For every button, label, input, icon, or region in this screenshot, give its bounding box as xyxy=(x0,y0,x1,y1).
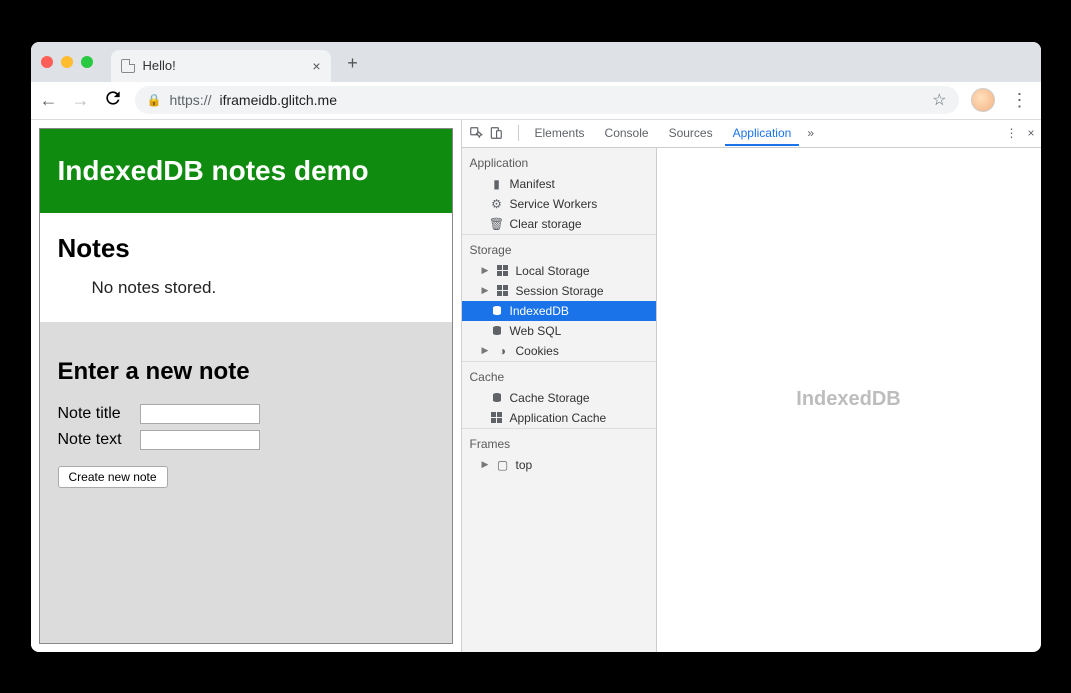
note-text-label: Note text xyxy=(58,431,134,449)
sidebar-item-label: Cache Storage xyxy=(510,391,590,405)
application-sidebar: Application ▮ Manifest ⚙ Service Workers… xyxy=(462,148,657,652)
sidebar-item-web-sql[interactable]: Web SQL xyxy=(462,321,656,341)
back-button[interactable]: ← xyxy=(39,90,59,111)
notes-section: Notes No notes stored. xyxy=(40,213,452,322)
devtools-menu-button[interactable]: ⋮ xyxy=(1005,126,1017,140)
grid-icon xyxy=(496,284,510,298)
tab-console[interactable]: Console xyxy=(597,120,657,146)
sidebar-item-label: Session Storage xyxy=(516,284,604,298)
group-storage-label: Storage xyxy=(462,234,656,261)
close-window-button[interactable] xyxy=(41,56,53,68)
sidebar-item-label: Web SQL xyxy=(510,324,562,338)
url-scheme: https:// xyxy=(169,92,211,108)
form-heading: Enter a new note xyxy=(58,358,434,386)
reload-button[interactable] xyxy=(103,88,123,113)
trash-icon: 🗑 xyxy=(490,217,504,231)
manifest-icon: ▮ xyxy=(490,177,504,191)
panel-placeholder-text: IndexedDB xyxy=(796,388,900,411)
url-host: iframeidb.glitch.me xyxy=(219,92,337,108)
tab-application[interactable]: Application xyxy=(725,120,800,146)
maximize-window-button[interactable] xyxy=(81,56,93,68)
sidebar-item-label: Clear storage xyxy=(510,217,582,231)
devtools-panel: Elements Console Sources Application » ⋮… xyxy=(461,120,1041,652)
note-text-input[interactable] xyxy=(140,430,260,450)
chevron-right-icon: ▶ xyxy=(482,345,490,356)
window-controls xyxy=(41,56,93,68)
browser-menu-button[interactable]: ⋮ xyxy=(1007,90,1033,111)
forward-button[interactable]: → xyxy=(71,90,91,111)
sidebar-item-application-cache[interactable]: Application Cache xyxy=(462,408,656,428)
sidebar-item-session-storage[interactable]: ▶ Session Storage xyxy=(462,281,656,301)
chevron-right-icon: ▶ xyxy=(482,285,490,296)
gear-icon: ⚙ xyxy=(490,197,504,211)
grid-icon xyxy=(496,264,510,278)
database-icon xyxy=(490,324,504,338)
more-tabs-chevron-icon[interactable]: » xyxy=(807,126,814,140)
frame-icon: ▢ xyxy=(496,458,510,472)
profile-avatar[interactable] xyxy=(971,88,995,112)
grid-icon xyxy=(490,411,504,425)
tab-elements[interactable]: Elements xyxy=(527,120,593,146)
note-title-input[interactable] xyxy=(140,404,260,424)
toolbar: ← → 🔒 https:// iframeidb.glitch.me ☆ ⋮ xyxy=(31,82,1041,120)
page-viewport: IndexedDB notes demo Notes No notes stor… xyxy=(31,120,461,652)
devtools-tabbar: Elements Console Sources Application » ⋮… xyxy=(462,120,1041,148)
lock-icon: 🔒 xyxy=(147,93,162,107)
sidebar-item-label: Cookies xyxy=(516,344,559,358)
sidebar-item-label: Service Workers xyxy=(510,197,598,211)
new-note-form: Enter a new note Note title Note text Cr… xyxy=(40,322,452,643)
browser-window: Hello! × + ← → 🔒 https:// iframeidb.glitc… xyxy=(31,42,1041,652)
sidebar-item-clear-storage[interactable]: 🗑 Clear storage xyxy=(462,214,656,234)
inspect-element-icon[interactable] xyxy=(468,125,484,141)
minimize-window-button[interactable] xyxy=(61,56,73,68)
sidebar-item-label: Manifest xyxy=(510,177,555,191)
sidebar-item-manifest[interactable]: ▮ Manifest xyxy=(462,174,656,194)
browser-tab[interactable]: Hello! × xyxy=(111,50,331,82)
page-title: IndexedDB notes demo xyxy=(40,129,452,213)
sidebar-item-cache-storage[interactable]: Cache Storage xyxy=(462,388,656,408)
devtools-body: Application ▮ Manifest ⚙ Service Workers… xyxy=(462,148,1041,652)
sidebar-item-indexeddb[interactable]: IndexedDB xyxy=(462,301,656,321)
sidebar-item-local-storage[interactable]: ▶ Local Storage xyxy=(462,261,656,281)
sidebar-item-service-workers[interactable]: ⚙ Service Workers xyxy=(462,194,656,214)
url-bar[interactable]: 🔒 https:// iframeidb.glitch.me ☆ xyxy=(135,86,959,114)
close-tab-button[interactable]: × xyxy=(312,58,320,74)
database-icon xyxy=(490,304,504,318)
page-file-icon xyxy=(121,59,135,73)
separator xyxy=(518,125,519,141)
new-tab-button[interactable]: + xyxy=(339,50,367,78)
notes-empty-message: No notes stored. xyxy=(92,278,434,298)
database-icon xyxy=(490,391,504,405)
sidebar-item-label: top xyxy=(516,458,533,472)
sidebar-item-top-frame[interactable]: ▶ ▢ top xyxy=(462,455,656,475)
demo-app: IndexedDB notes demo Notes No notes stor… xyxy=(39,128,453,644)
group-cache-label: Cache xyxy=(462,361,656,388)
sidebar-item-cookies[interactable]: ▶ ◑ Cookies xyxy=(462,341,656,361)
titlebar: Hello! × + xyxy=(31,42,1041,82)
reload-icon xyxy=(103,88,123,108)
chevron-right-icon: ▶ xyxy=(482,459,490,470)
devtools-main-panel: IndexedDB xyxy=(657,148,1041,652)
sidebar-item-label: Local Storage xyxy=(516,264,590,278)
devtools-close-button[interactable]: × xyxy=(1027,126,1034,140)
chevron-right-icon: ▶ xyxy=(482,265,490,276)
bookmark-star-icon[interactable]: ☆ xyxy=(932,90,946,110)
sidebar-item-label: IndexedDB xyxy=(510,304,569,318)
tab-sources[interactable]: Sources xyxy=(661,120,721,146)
content-area: IndexedDB notes demo Notes No notes stor… xyxy=(31,120,1041,652)
note-title-label: Note title xyxy=(58,405,134,423)
tab-title: Hello! xyxy=(143,58,176,73)
create-note-button[interactable]: Create new note xyxy=(58,466,168,488)
notes-heading: Notes xyxy=(58,233,434,264)
cookie-icon: ◑ xyxy=(496,344,510,358)
sidebar-item-label: Application Cache xyxy=(510,411,607,425)
device-toolbar-icon[interactable] xyxy=(488,125,504,141)
group-frames-label: Frames xyxy=(462,428,656,455)
group-application-label: Application xyxy=(462,148,656,174)
